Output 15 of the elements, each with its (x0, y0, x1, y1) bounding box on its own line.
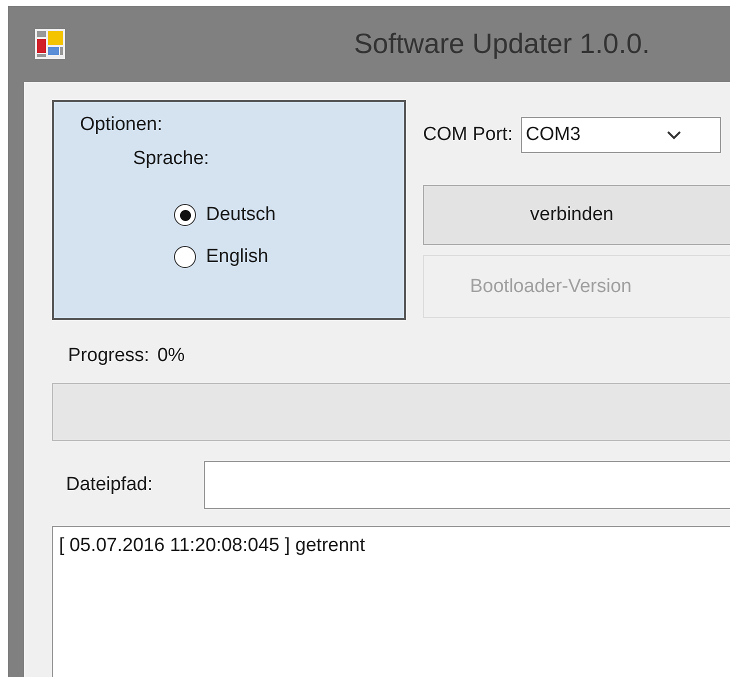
file-path-field[interactable] (204, 461, 730, 509)
app-icon (35, 29, 65, 59)
dropdown-chevron-icon (666, 129, 682, 141)
language-radio[interactable]: Deutsch (174, 204, 404, 226)
language-radio[interactable]: English (174, 246, 404, 268)
com-port-label: COM Port: (423, 124, 513, 146)
group-title: Optionen: (80, 114, 162, 136)
progress-label: Progress: (68, 345, 150, 367)
language-label: Sprache: (133, 148, 210, 170)
progress-reading: 0% (157, 345, 185, 367)
connect-button[interactable]: verbinden (423, 185, 730, 245)
com-port-dropdown[interactable]: COM3 (520, 117, 721, 153)
file-path-label: Dateipfad: (66, 474, 154, 496)
log-line: [ 05.07.2016 11:20:08:045 ] getrennt (59, 535, 366, 557)
window-title: Software Updater 1.0.0. (354, 28, 650, 60)
